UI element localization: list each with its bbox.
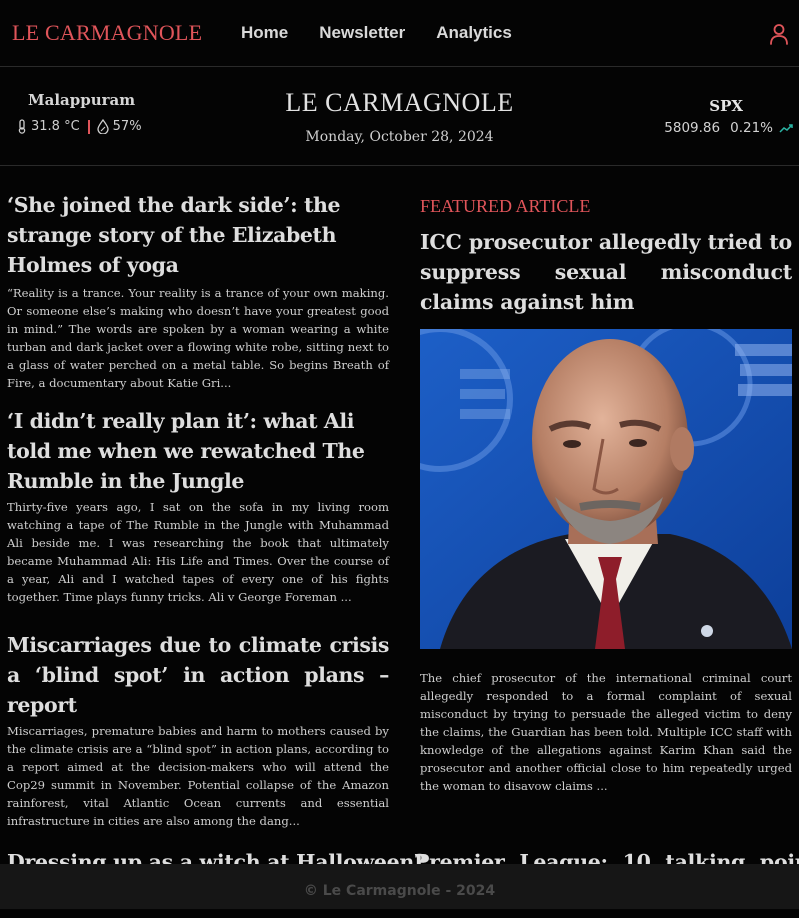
brand-logo[interactable]: LE CARMAGNOLE [12,20,202,46]
featured-excerpt: The chief prosecutor of the internationa… [420,671,792,793]
masthead-title: LE CARMAGNOLE [285,88,514,117]
article-card: ‘I didn’t really plan it’: what Ali told… [7,406,389,606]
ticker-readout: 5809.86 0.21% [664,120,793,136]
trend-up-icon [779,124,793,133]
nav-links: Home Newsletter Analytics [241,23,543,43]
featured-title[interactable]: ICC prosecutor allegedly tried to suppre… [420,227,792,317]
article-excerpt: Thirty-five years ago, I sat on the sofa… [7,500,389,604]
article-excerpt: “Reality is a trance. Your reality is a … [7,286,389,390]
featured-article: FEATURED ARTICLE ICC prosecutor allegedl… [420,196,792,793]
ticker-change: 0.21% [730,120,773,136]
article-title[interactable]: ‘I didn’t really plan it’: what Ali told… [7,406,389,496]
article-card: Miscarriages due to climate crisis a ‘bl… [7,630,389,830]
article-title[interactable]: ‘She joined the dark side’: the strange … [7,190,389,280]
featured-photo [420,329,792,649]
featured-label: FEATURED ARTICLE [420,196,591,216]
user-icon[interactable] [769,23,789,45]
ticker-symbol: SPX [709,97,743,115]
page-footer: © Le Carmagnole - 2024 [0,864,799,909]
nav-link-analytics[interactable]: Analytics [436,23,512,43]
article-excerpt: Miscarriages, premature babies and harm … [7,724,389,828]
nav-link-newsletter[interactable]: Newsletter [319,23,405,43]
article-title[interactable]: Miscarriages due to climate crisis a ‘bl… [7,630,389,720]
nav-link-home[interactable]: Home [241,23,288,43]
top-navbar: LE CARMAGNOLE Home Newsletter Analytics [0,0,799,67]
featured-image[interactable] [420,329,792,649]
article-card: ‘She joined the dark side’: the strange … [7,190,389,392]
info-bar: Malappuram 31.8 °C 57% LE CARMAGNOLE Mon… [0,68,799,166]
ticker-price: 5809.86 [664,120,721,136]
